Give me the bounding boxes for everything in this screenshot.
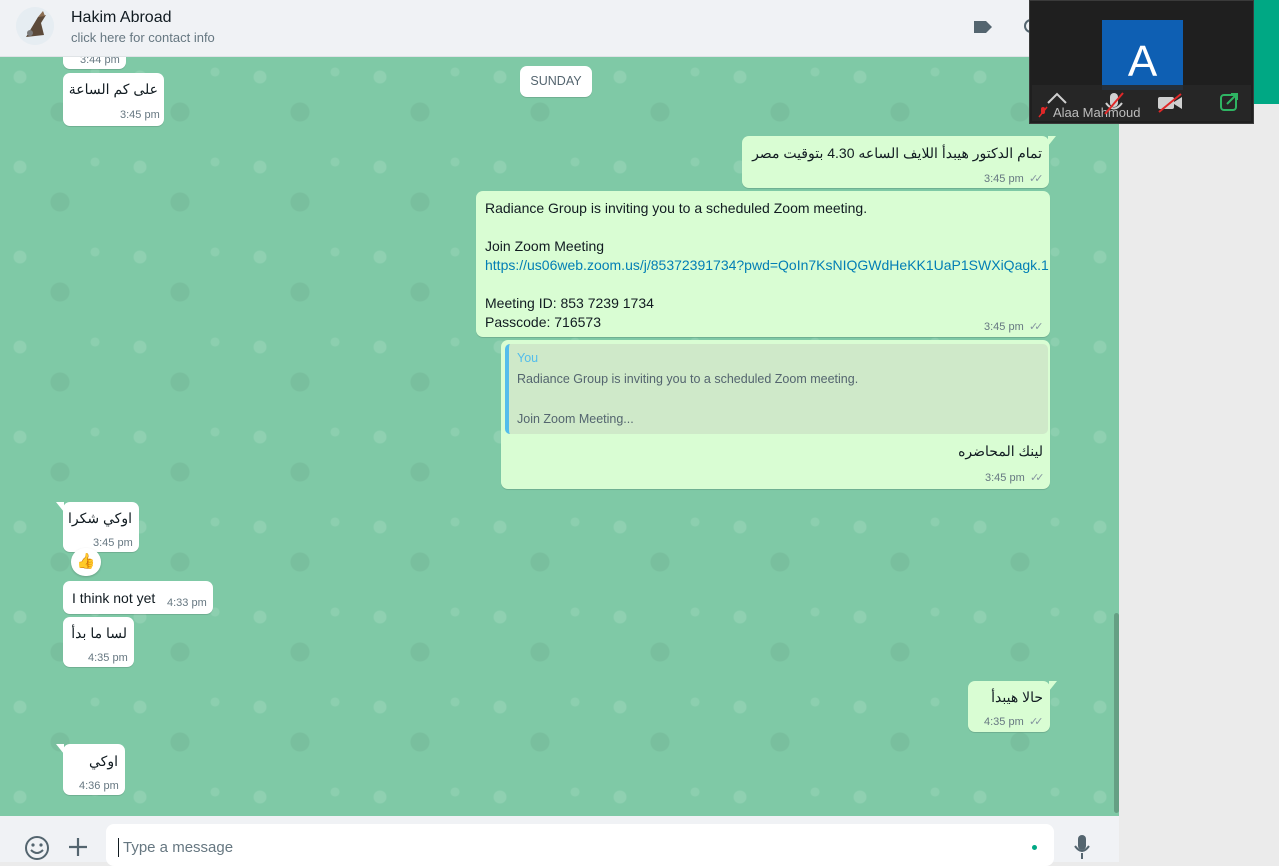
message-text: I think not yet <box>72 590 156 606</box>
share-icon[interactable] <box>1218 91 1240 118</box>
microphone-muted-icon[interactable] <box>1102 90 1126 121</box>
message-text: لسا ما بدأ <box>71 625 127 641</box>
message-time: 3:45 pm <box>984 173 1024 185</box>
contact-info-link[interactable]: click here for contact info <box>71 30 215 45</box>
quote-author: You <box>517 351 539 365</box>
message-time: 3:45 pm <box>984 321 1024 333</box>
message-incoming[interactable]: 3:44 pm <box>63 57 126 69</box>
attach-plus-icon[interactable] <box>67 836 89 863</box>
quote-text: Radiance Group is inviting you to a sche… <box>517 372 859 386</box>
zoom-floating-window[interactable]: A Alaa Mahmoud <box>1029 0 1254 124</box>
message-input[interactable]: Type a message <box>106 824 1054 866</box>
message-outgoing[interactable]: Radiance Group is inviting you to a sche… <box>476 191 1050 337</box>
chat-pane: Hakim Abroad click here for contact info… <box>0 0 1119 866</box>
message-outgoing[interactable]: You Radiance Group is inviting you to a … <box>501 340 1050 489</box>
read-ticks-icon: ✓✓ <box>1029 173 1044 185</box>
message-time: 3:44 pm <box>80 57 120 66</box>
emoji-icon[interactable] <box>24 835 50 866</box>
message-text: على كم الساعة <box>68 81 158 97</box>
zoom-meeting-link[interactable]: https://us06web.zoom.us/j/85372391734?pw… <box>485 257 1049 273</box>
microphone-icon[interactable] <box>1073 834 1091 865</box>
message-text: اوكي <box>89 753 118 769</box>
message-text: حالا هيبدأ <box>991 689 1043 705</box>
bubble-tail <box>1049 681 1057 691</box>
message-list[interactable]: SUNDAY 3:44 pm على كم الساعة 3:45 pm تما… <box>0 57 1119 816</box>
read-ticks-icon: ✓✓ <box>1030 472 1045 484</box>
contact-avatar[interactable] <box>16 7 54 45</box>
quote-text: Join Zoom Meeting... <box>517 412 634 426</box>
message-incoming[interactable]: I think not yet 4:33 pm <box>63 581 213 614</box>
accent-strip <box>1252 0 1279 104</box>
bubble-tail <box>56 744 64 754</box>
message-text-line: Passcode: 716573 <box>485 314 601 330</box>
message-time: 3:45 pm <box>93 537 133 549</box>
text-caret <box>118 838 119 857</box>
message-outgoing[interactable]: تمام الدكتور هيبدأ اللايف الساعه 4.30 بت… <box>742 136 1056 188</box>
message-incoming[interactable]: اوكي 4:36 pm <box>56 744 125 795</box>
message-text: لينك المحاضره <box>958 443 1043 459</box>
message-text: اوكي شكرا <box>68 510 132 526</box>
contact-name[interactable]: Hakim Abroad <box>71 9 172 27</box>
bubble-tail <box>56 502 64 512</box>
thumbs-up-reaction[interactable]: 👍 <box>71 548 101 576</box>
message-time: 4:36 pm <box>79 780 119 792</box>
date-divider: SUNDAY <box>520 66 592 97</box>
message-incoming[interactable]: اوكي شكرا 3:45 pm <box>56 502 139 552</box>
microphone-muted-small-icon <box>1038 105 1048 123</box>
message-text-line: Meeting ID: 853 7239 1734 <box>485 295 654 311</box>
message-time: 4:35 pm <box>984 716 1024 728</box>
right-background <box>1119 0 1279 862</box>
message-text-line: Join Zoom Meeting <box>485 238 605 254</box>
message-input-placeholder: Type a message <box>123 839 234 856</box>
message-outgoing[interactable]: حالا هيبدأ 4:35 pm ✓✓ <box>968 681 1057 732</box>
message-time: 4:33 pm <box>167 597 207 609</box>
quoted-message[interactable]: You Radiance Group is inviting you to a … <box>505 344 1048 434</box>
participant-avatar-tile: A <box>1102 20 1183 90</box>
zoom-control-bar: Alaa Mahmoud <box>1032 85 1251 121</box>
read-ticks-icon: ✓✓ <box>1029 321 1044 333</box>
read-ticks-icon: ✓✓ <box>1029 716 1044 728</box>
message-time: 3:45 pm <box>985 472 1025 484</box>
message-time: 4:35 pm <box>88 652 128 664</box>
message-text-line: Radiance Group is inviting you to a sche… <box>485 200 868 216</box>
video-off-icon[interactable] <box>1156 93 1184 118</box>
participant-name: Alaa Mahmoud <box>1053 105 1141 120</box>
message-incoming[interactable]: على كم الساعة 3:45 pm <box>63 73 164 126</box>
label-icon[interactable] <box>973 16 993 43</box>
message-incoming[interactable]: لسا ما بدأ 4:35 pm <box>63 617 134 667</box>
bubble-tail <box>1048 136 1056 146</box>
message-text: تمام الدكتور هيبدأ اللايف الساعه 4.30 بت… <box>752 145 1042 161</box>
message-time: 3:45 pm <box>120 109 160 121</box>
bird-avatar-image <box>16 7 54 45</box>
status-dot-icon <box>1032 845 1037 850</box>
chat-header[interactable]: Hakim Abroad click here for contact info <box>0 0 1119 57</box>
composer-bar: Type a message <box>0 816 1119 866</box>
